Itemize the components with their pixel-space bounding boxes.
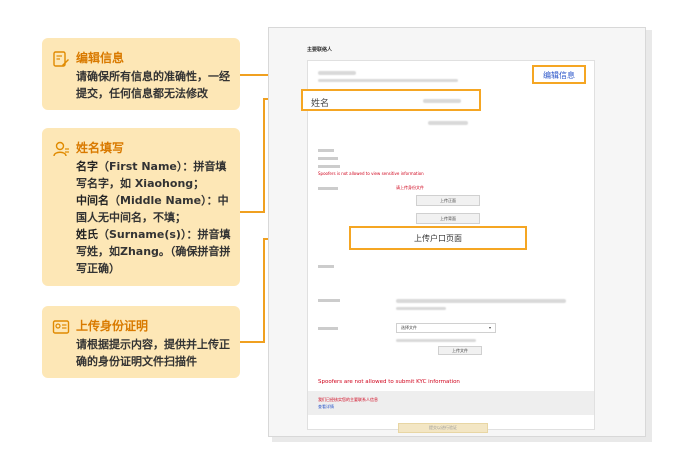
upload-front-button[interactable]: 上传正面 <box>416 195 480 206</box>
card-body: 请根据提示内容，提供并上传正确的身份证明文件扫描件 <box>76 338 230 368</box>
field-label <box>318 165 340 168</box>
terms-link[interactable]: 查看详情 <box>318 404 334 410</box>
blurred-text <box>428 121 468 125</box>
file-type-select[interactable]: 选择文件 ▾ <box>396 323 496 333</box>
submit-button[interactable]: 提交以进行验证 <box>398 423 488 433</box>
blurred-text <box>396 339 476 342</box>
field-label <box>318 327 338 330</box>
card-title: 编辑信息 <box>76 51 125 65</box>
card-body: 名字（First Name）：拼音填写名字，如 Xiaohong； 中间名（Mi… <box>76 158 232 277</box>
warning-kyc: Spoofers are not allowed to submit KYC i… <box>318 379 460 385</box>
field-label <box>318 265 334 268</box>
field-label <box>318 187 338 190</box>
upload-file-button[interactable]: 上传文件 <box>438 346 482 355</box>
upload-household-button[interactable]: 上传户口页面 <box>351 233 525 244</box>
connector-upload-h2 <box>240 341 265 343</box>
name-field-label: 姓名 <box>311 99 330 109</box>
person-icon <box>53 141 69 157</box>
upload-household-highlight[interactable]: 上传户口页面 <box>349 226 527 250</box>
upload-back-button[interactable]: 上传背面 <box>416 213 480 224</box>
select-value: 选择文件 <box>401 325 417 330</box>
name-rule-first: 名字（First Name）：拼音填写名字，如 Xiaohong； <box>76 160 227 190</box>
edit-document-icon <box>53 51 69 67</box>
chevron-down-icon: ▾ <box>488 325 491 330</box>
field-label <box>318 149 334 152</box>
card-title: 上传身份证明 <box>76 319 149 333</box>
name-rule-middle: 中间名（Middle Name）：中国人无中间名，不填； <box>76 194 229 224</box>
name-field-highlight[interactable]: 姓名 <box>301 89 481 111</box>
upload-note: 请上传身份文件 <box>396 185 424 190</box>
edit-info-button[interactable]: 编辑信息 <box>534 70 584 81</box>
blurred-text <box>318 79 458 82</box>
edit-info-highlight[interactable]: 编辑信息 <box>532 65 586 84</box>
card-name-fill: 姓名填写 名字（First Name）：拼音填写名字，如 Xiaohong； 中… <box>42 128 240 286</box>
card-upload-id: 上传身份证明 请根据提示内容，提供并上传正确的身份证明文件扫描件 <box>42 306 240 378</box>
card-title: 姓名填写 <box>76 141 125 155</box>
name-rule-surname: 姓氏（Surname(s)）：拼音填写姓，如Zhang。（确保拼音拼写正确） <box>76 228 231 275</box>
card-edit-info: 编辑信息 请确保所有信息的准确性，一经提交，任何信息都无法修改 <box>42 38 240 110</box>
terms-bar: 我们已经核实您的主要联系人信息 查看详情 <box>308 391 594 415</box>
warning-sensitive: Spoofers is not allowed to view sensitiv… <box>318 171 424 176</box>
blurred-text <box>318 71 356 75</box>
terms-text: 我们已经核实您的主要联系人信息 <box>318 397 378 402</box>
card-body: 请确保所有信息的准确性，一经提交，任何信息都无法修改 <box>76 70 230 100</box>
connector-name-h2 <box>240 211 265 213</box>
id-card-icon <box>52 320 70 334</box>
connector-upload-v <box>263 238 265 342</box>
field-label <box>318 299 340 302</box>
form-heading: 主要联络人 <box>307 47 333 53</box>
blurred-text <box>396 299 566 303</box>
field-label <box>318 157 338 160</box>
blurred-name-value <box>423 99 461 103</box>
connector-name-v <box>263 98 265 212</box>
blurred-text <box>396 307 446 310</box>
